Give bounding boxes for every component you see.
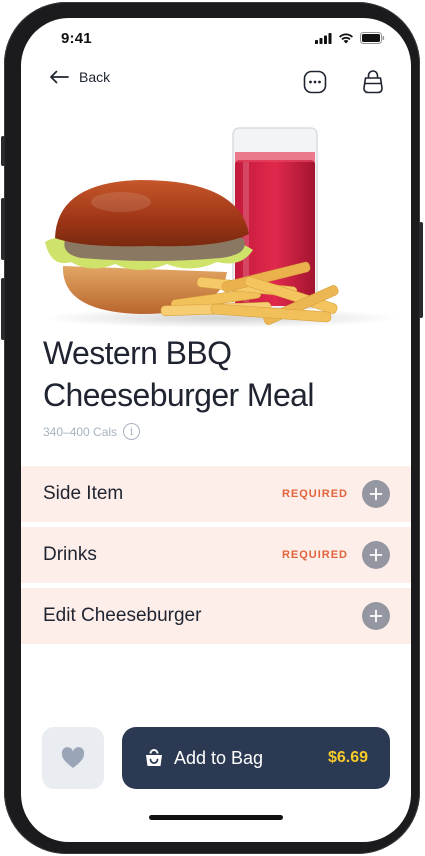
option-label: Side Item: [43, 483, 124, 504]
product-title: Western BBQ Cheeseburger Meal: [43, 335, 314, 413]
shopping-bag-icon: [363, 70, 383, 94]
phone-frame: 9:41 Back Western BBQ Cheeseburger Meal …: [1, 2, 423, 854]
status-bar: 9:41: [21, 18, 411, 62]
add-to-bag-label: Add to Bag: [174, 747, 264, 768]
info-icon[interactable]: i: [123, 423, 141, 440]
nav-bar: Back: [21, 62, 411, 102]
mute-switch: [1, 136, 5, 166]
status-time: 9:41: [61, 30, 92, 47]
home-indicator[interactable]: [149, 815, 283, 820]
more-button[interactable]: [301, 68, 329, 96]
options-list: Side Item REQUIRED Drinks REQUIRED Edit …: [21, 466, 411, 649]
calories: 340–400 Cals i: [43, 423, 141, 440]
option-drinks[interactable]: Drinks REQUIRED: [21, 527, 411, 583]
plus-icon[interactable]: [362, 480, 390, 508]
plus-icon[interactable]: [362, 602, 390, 630]
add-to-bag-button[interactable]: Add to Bag $6.69: [122, 727, 390, 789]
screen: 9:41 Back Western BBQ Cheeseburger Meal …: [21, 18, 411, 842]
meal-image: [41, 127, 401, 328]
heart-icon: [61, 747, 85, 768]
status-icons: [315, 32, 385, 44]
back-button[interactable]: Back: [49, 69, 110, 85]
required-badge: REQUIRED: [281, 549, 348, 561]
bag-add-icon: [146, 749, 162, 766]
option-label: Edit Cheeseburger: [43, 605, 202, 626]
plus-icon[interactable]: [362, 541, 390, 569]
volume-down-button: [1, 278, 5, 340]
back-label: Back: [79, 69, 111, 85]
favorite-button[interactable]: [42, 727, 104, 789]
calories-label: 340–400 Cals: [43, 424, 118, 439]
arrow-left-icon: [50, 70, 69, 84]
option-side-item[interactable]: Side Item REQUIRED: [21, 466, 411, 522]
required-badge: REQUIRED: [281, 488, 348, 500]
option-edit-cheeseburger[interactable]: Edit Cheeseburger: [21, 588, 411, 644]
option-label: Drinks: [43, 544, 97, 565]
price: $6.69: [327, 749, 368, 766]
volume-up-button: [1, 198, 5, 260]
signal-icon: [315, 32, 332, 44]
wifi-icon: [339, 33, 353, 43]
bag-button[interactable]: [359, 68, 387, 96]
power-button: [419, 222, 423, 318]
more-icon: [303, 70, 327, 94]
battery-icon: [360, 32, 385, 44]
